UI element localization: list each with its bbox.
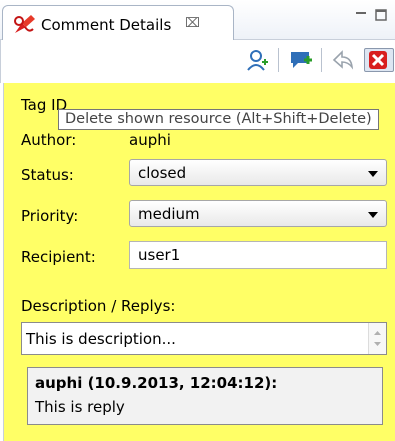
reply-box: auphi (10.9.2013, 12:04:12): This is rep… xyxy=(27,367,383,425)
chevron-down-icon xyxy=(368,212,378,218)
add-comment-icon[interactable] xyxy=(289,48,313,72)
delete-icon[interactable] xyxy=(364,48,394,72)
priority-dropdown[interactable]: medium xyxy=(129,200,387,227)
reply-icon[interactable] xyxy=(331,48,355,72)
tab-comment-details[interactable]: Comment Details ⌧ xyxy=(2,5,234,41)
status-selected-value: closed xyxy=(138,164,187,182)
minimize-icon[interactable] xyxy=(354,8,368,22)
maximize-icon[interactable] xyxy=(374,8,388,22)
description-text: This is description... xyxy=(26,330,176,348)
description-label: Description / Replys: xyxy=(21,297,176,315)
author-label: Author: xyxy=(21,131,77,149)
description-scrollbar[interactable] xyxy=(368,323,386,354)
recipient-input[interactable] xyxy=(130,243,378,267)
toolbar-separator xyxy=(321,48,322,72)
status-label: Status: xyxy=(21,166,74,184)
priority-selected-value: medium xyxy=(138,205,200,223)
delete-tooltip: Delete shown resource (Alt+Shift+Delete) xyxy=(58,109,379,130)
toolbar-separator xyxy=(278,48,279,72)
priority-label: Priority: xyxy=(21,207,79,225)
recipient-label: Recipient: xyxy=(21,248,96,266)
chevron-down-icon xyxy=(368,171,378,177)
reply-body: This is reply xyxy=(35,398,125,416)
author-value: auphi xyxy=(129,131,171,149)
recipient-field-box xyxy=(129,241,387,269)
tab-close-icon[interactable]: ⌧ xyxy=(185,16,200,31)
view-tab-bar: Comment Details ⌧ xyxy=(0,0,395,41)
status-dropdown[interactable]: closed xyxy=(129,159,387,186)
review-pen-icon xyxy=(13,13,37,35)
reply-header: auphi (10.9.2013, 12:04:12): xyxy=(35,374,278,392)
tab-title: Comment Details xyxy=(41,16,172,34)
description-textarea[interactable]: This is description... xyxy=(21,322,387,355)
assign-reviewer-icon[interactable] xyxy=(246,48,270,72)
view-toolbar xyxy=(0,40,395,83)
